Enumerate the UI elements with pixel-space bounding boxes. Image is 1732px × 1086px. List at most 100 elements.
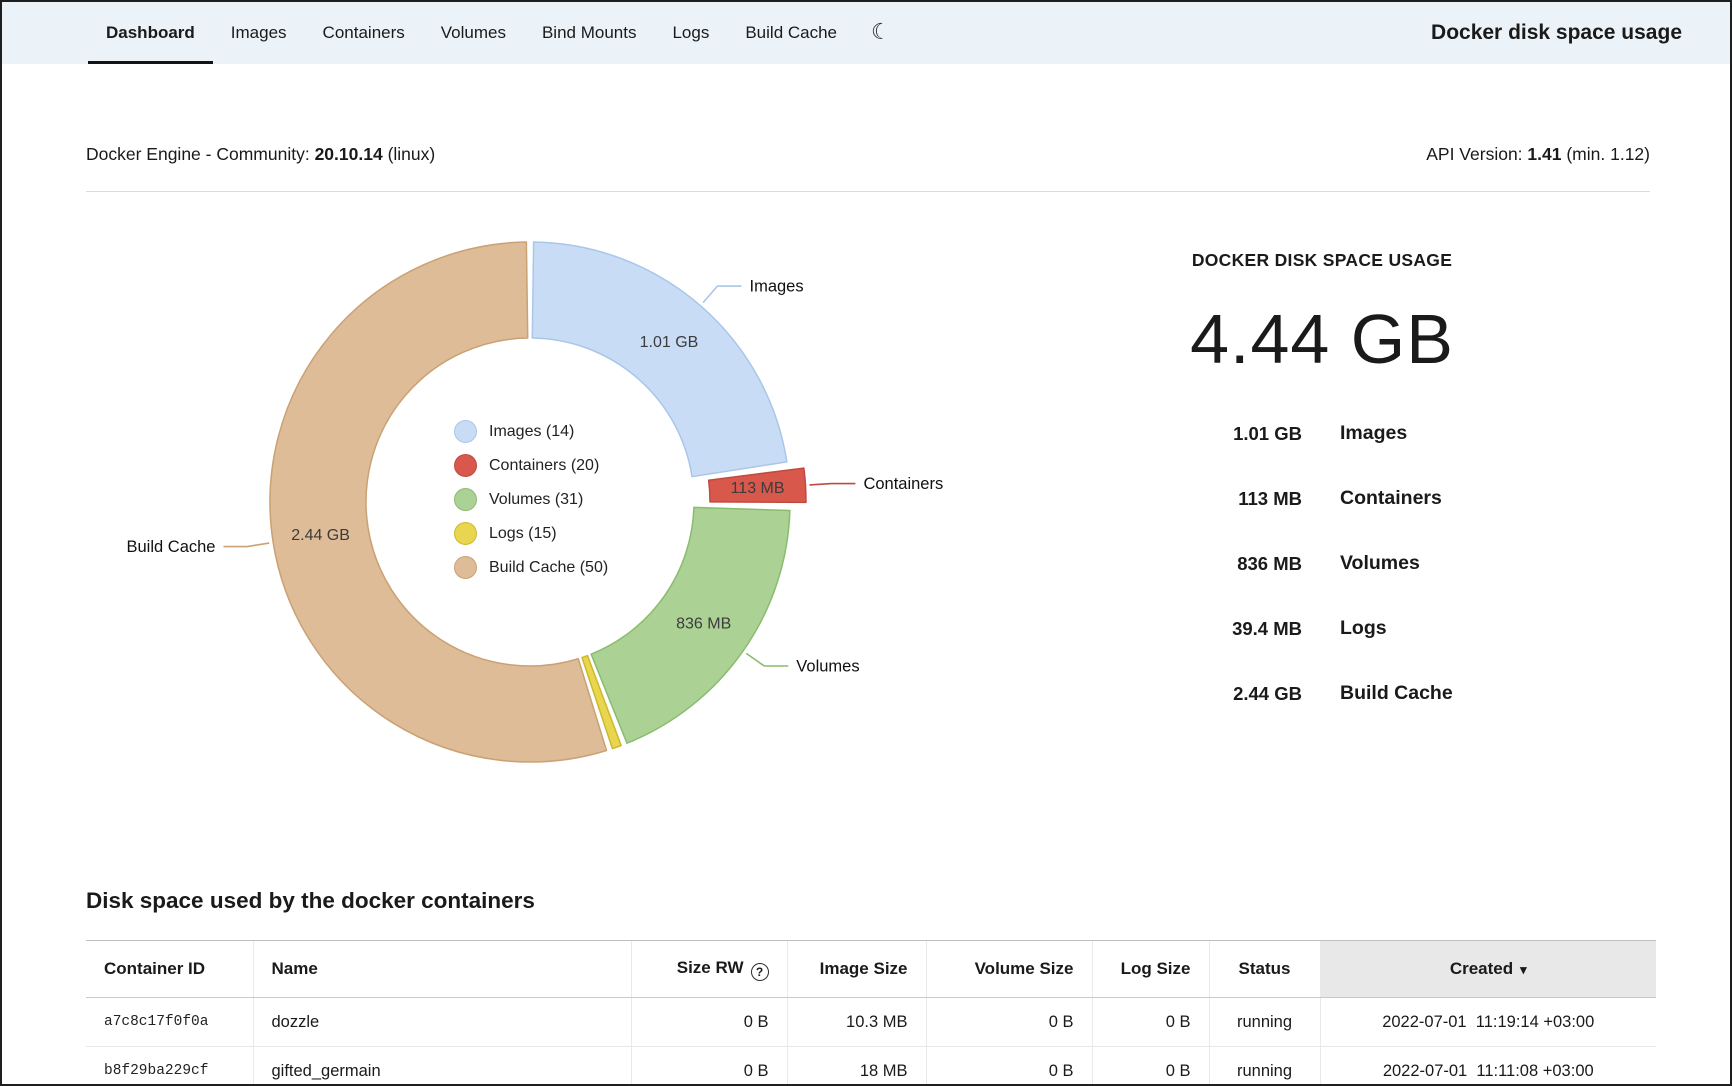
- column-label: Status: [1239, 959, 1291, 978]
- column-label: Image Size: [820, 959, 908, 978]
- legend-swatch-build-cache: [454, 556, 477, 579]
- legend-label-build-cache: Build Cache (50): [489, 559, 608, 577]
- column-label: Container ID: [104, 959, 205, 978]
- donut-leader-line-images: [703, 286, 741, 303]
- cell-log-size: 0 B: [1092, 1047, 1209, 1086]
- legend-swatch-logs: [454, 522, 477, 545]
- cell-size-rw: 0 B: [631, 998, 787, 1047]
- summary-heading: DOCKER DISK SPACE USAGE: [1102, 250, 1542, 271]
- legend-item-containers: Containers (20): [454, 454, 608, 477]
- top-navigation-bar: DashboardImagesContainersVolumesBind Mou…: [2, 2, 1730, 64]
- donut-value-label-images: 1.01 GB: [640, 334, 699, 351]
- disk-usage-summary: DOCKER DISK SPACE USAGE 4.44 GB 1.01 GBI…: [1102, 250, 1542, 726]
- tab-bind-mounts[interactable]: Bind Mounts: [524, 2, 655, 64]
- legend-swatch-images: [454, 420, 477, 443]
- donut-segment-label-volumes: Volumes: [796, 658, 859, 676]
- donut-value-label-containers: 113 MB: [731, 480, 785, 497]
- column-header-created[interactable]: Created ▾: [1320, 941, 1656, 998]
- cell-created: 2022-07-01 11:11:08 +03:00: [1320, 1047, 1656, 1086]
- summary-label: Containers: [1340, 487, 1442, 510]
- engine-version-text: Docker Engine - Community: 20.10.14 (lin…: [86, 144, 435, 165]
- legend-label-volumes: Volumes (31): [489, 491, 583, 509]
- column-label: Size RW: [677, 958, 744, 977]
- column-label: Log Size: [1121, 959, 1191, 978]
- nav-tabs: DashboardImagesContainersVolumesBind Mou…: [88, 2, 855, 64]
- summary-label: Images: [1340, 422, 1407, 445]
- column-header-size-rw[interactable]: Size RW?: [631, 941, 787, 998]
- engine-info-bar: Docker Engine - Community: 20.10.14 (lin…: [86, 144, 1650, 165]
- cell-name: gifted_germain: [253, 1047, 631, 1086]
- column-header-status[interactable]: Status: [1209, 941, 1320, 998]
- summary-row-logs: 39.4 MB Logs: [1102, 596, 1542, 661]
- cell-container-id: a7c8c17f0f0a: [86, 998, 253, 1047]
- donut-leader-line-volumes: [746, 653, 788, 666]
- donut-value-label-build-cache: 2.44 GB: [291, 527, 350, 544]
- moon-icon: ☾: [871, 21, 891, 43]
- legend-item-build-cache: Build Cache (50): [454, 556, 608, 579]
- dark-mode-toggle[interactable]: ☾: [871, 21, 891, 45]
- summary-row-images: 1.01 GBImages: [1102, 401, 1542, 466]
- column-label: Volume Size: [975, 959, 1074, 978]
- cell-volume-size: 0 B: [926, 998, 1092, 1047]
- cell-status: running: [1209, 1047, 1320, 1086]
- legend-item-images: Images (14): [454, 420, 608, 443]
- engine-name-label: Docker Engine - Community:: [86, 144, 310, 164]
- summary-total: 4.44 GB: [1102, 301, 1542, 377]
- column-header-image-size[interactable]: Image Size: [787, 941, 926, 998]
- engine-platform: (linux): [388, 144, 436, 164]
- help-icon[interactable]: ?: [751, 963, 769, 981]
- api-min-version: (min. 1.12): [1566, 144, 1650, 164]
- containers-table-wrap: Container ID Name Size RW? Image Size Volume…: [86, 940, 1656, 1086]
- app-title: Docker disk space usage: [1431, 21, 1682, 45]
- api-version-text: API Version: 1.41 (min. 1.12): [1426, 144, 1650, 165]
- cell-size-rw: 0 B: [631, 1047, 787, 1086]
- column-header-log-size[interactable]: Log Size: [1092, 941, 1209, 998]
- column-label: Created: [1450, 959, 1513, 978]
- summary-size: 113 MB: [1102, 488, 1302, 510]
- column-header-volume-size[interactable]: Volume Size: [926, 941, 1092, 998]
- legend-item-volumes: Volumes (31): [454, 488, 608, 511]
- summary-row-containers: 113 MB Containers: [1102, 466, 1542, 531]
- app-window: DashboardImagesContainersVolumesBind Mou…: [0, 0, 1732, 1086]
- summary-row-volumes: 836 MBVolumes: [1102, 531, 1542, 596]
- cell-created: 2022-07-01 11:19:14 +03:00: [1320, 998, 1656, 1047]
- tab-volumes[interactable]: Volumes: [423, 2, 524, 64]
- cell-volume-size: 0 B: [926, 1047, 1092, 1086]
- donut-segment-label-containers: Containers: [863, 475, 943, 493]
- cell-container-id: b8f29ba229cf: [86, 1047, 253, 1086]
- summary-label: Build Cache: [1340, 682, 1453, 705]
- legend-swatch-volumes: [454, 488, 477, 511]
- tab-logs[interactable]: Logs: [654, 2, 727, 64]
- donut-segment-label-images: Images: [749, 278, 803, 296]
- cell-status: running: [1209, 998, 1320, 1047]
- container-row-gifted-germain: b8f29ba229cfgifted_germain0 B18 MB0 B0 B…: [86, 1047, 1656, 1086]
- cell-name: dozzle: [253, 998, 631, 1047]
- containers-section-heading: Disk space used by the docker containers: [86, 888, 535, 914]
- donut-leader-line-containers: [809, 484, 855, 485]
- column-header-container-id[interactable]: Container ID: [86, 941, 253, 998]
- containers-table: Container ID Name Size RW? Image Size Volume…: [86, 940, 1656, 1086]
- tab-build-cache[interactable]: Build Cache: [727, 2, 855, 64]
- summary-size: 2.44 GB: [1102, 683, 1302, 705]
- cell-image-size: 10.3 MB: [787, 998, 926, 1047]
- column-label: Name: [272, 959, 318, 978]
- legend-label-logs: Logs (15): [489, 525, 557, 543]
- container-row-dozzle: a7c8c17f0f0adozzle0 B10.3 MB0 B0 Brunnin…: [86, 998, 1656, 1047]
- tab-images[interactable]: Images: [213, 2, 305, 64]
- summary-size: 39.4 MB: [1102, 618, 1302, 640]
- donut-value-label-volumes: 836 MB: [676, 616, 731, 633]
- legend-item-logs: Logs (15): [454, 522, 608, 545]
- summary-label: Logs: [1340, 617, 1387, 640]
- summary-label: Volumes: [1340, 552, 1420, 575]
- engine-version: 20.10.14: [315, 144, 383, 164]
- column-header-name[interactable]: Name: [253, 941, 631, 998]
- donut-legend: Images (14) Containers (20) Volumes (31) Lo…: [454, 420, 608, 579]
- donut-leader-line-build-cache: [223, 543, 269, 546]
- summary-rows: 1.01 GBImages 113 MB Containers 836 MBVolum…: [1102, 401, 1542, 726]
- summary-row-build-cache: 2.44 GB Build Cache: [1102, 661, 1542, 726]
- sort-desc-icon: ▾: [1520, 962, 1527, 977]
- tab-containers[interactable]: Containers: [305, 2, 423, 64]
- tab-dashboard[interactable]: Dashboard: [88, 2, 213, 64]
- api-version-label: API Version:: [1426, 144, 1522, 164]
- legend-label-images: Images (14): [489, 423, 574, 441]
